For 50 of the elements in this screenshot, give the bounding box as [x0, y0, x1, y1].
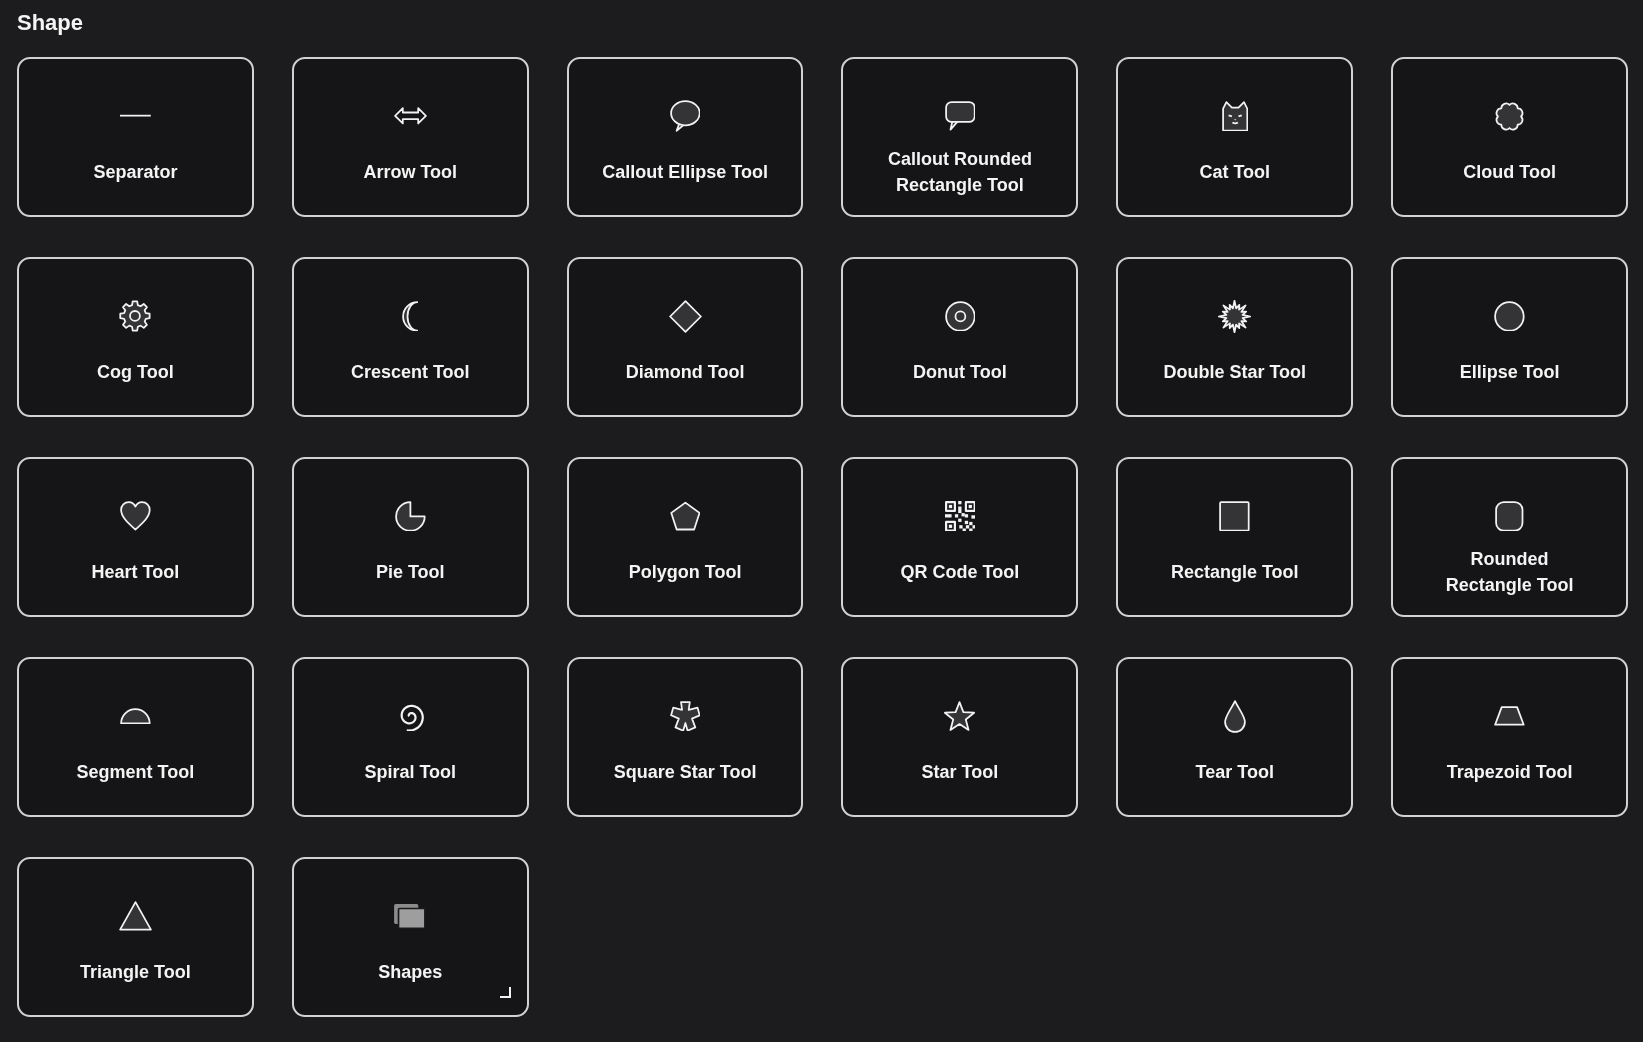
tool-button[interactable]: Cloud Tool	[1391, 57, 1628, 217]
tool-button[interactable]: QR Code Tool	[841, 457, 1079, 617]
tool-button[interactable]: Segment Tool	[17, 657, 254, 817]
section-title: Shape	[17, 9, 84, 37]
drop-icon	[1223, 699, 1246, 733]
stacked-rectangles-icon	[393, 902, 428, 930]
qr-code-icon	[944, 500, 976, 532]
tool-button[interactable]: Trapezoid Tool	[1391, 657, 1628, 817]
square-speech-bubble-icon	[944, 101, 976, 131]
tool-button[interactable]: Ellipse Tool	[1391, 257, 1628, 417]
tool-button[interactable]: Diamond Tool	[566, 257, 804, 417]
tool-button[interactable]: Cat Tool	[1116, 57, 1354, 217]
pentagon-icon	[669, 501, 701, 531]
starburst-icon	[1218, 299, 1252, 333]
tool-button[interactable]: Crescent Tool	[291, 257, 529, 417]
triangle-icon	[118, 901, 152, 931]
tool-button[interactable]: Cog Tool	[17, 257, 254, 417]
tool-button[interactable]: Shapes	[291, 857, 529, 1017]
pie-icon	[394, 500, 426, 532]
tool-button[interactable]: Callout Ellipse Tool	[566, 57, 804, 217]
tool-button[interactable]: Double Star Tool	[1116, 257, 1354, 417]
tool-button[interactable]: Separator	[17, 57, 254, 217]
tool-button[interactable]: Star Tool	[841, 657, 1079, 817]
tool-button[interactable]: Pie Tool	[291, 457, 529, 617]
ring-icon	[944, 300, 976, 332]
trapezoid-icon	[1494, 706, 1525, 726]
cross-star-icon	[669, 700, 701, 732]
tool-button[interactable]: Rounded Rectangle Tool	[1391, 457, 1628, 617]
star-icon	[943, 700, 977, 732]
speech-bubble-icon	[669, 100, 701, 132]
rounded-square-icon	[1495, 500, 1524, 532]
cat-face-icon	[1221, 100, 1248, 132]
double-arrow-icon	[393, 107, 427, 125]
tool-button[interactable]: Tear Tool	[1116, 657, 1354, 817]
tool-button[interactable]: Rectangle Tool	[1116, 457, 1354, 617]
circle-icon	[1494, 300, 1525, 332]
tool-button[interactable]: Arrow Tool	[291, 57, 529, 217]
horizontal-line-icon	[120, 114, 151, 118]
tool-button[interactable]: Callout Rounded Rectangle Tool	[841, 57, 1079, 217]
heart-icon	[120, 501, 151, 531]
tool-button[interactable]: Spiral Tool	[291, 657, 529, 817]
tool-button[interactable]: Triangle Tool	[17, 857, 254, 1017]
gear-icon	[119, 300, 152, 332]
crescent-icon	[402, 300, 419, 332]
tool-button[interactable]: Donut Tool	[841, 257, 1079, 417]
tool-button[interactable]: Heart Tool	[17, 457, 254, 617]
tool-button[interactable]: Square Star Tool	[566, 657, 804, 817]
diamond-icon	[668, 299, 702, 333]
square-icon	[1219, 500, 1251, 532]
tool-button[interactable]: Polygon Tool	[566, 457, 804, 617]
